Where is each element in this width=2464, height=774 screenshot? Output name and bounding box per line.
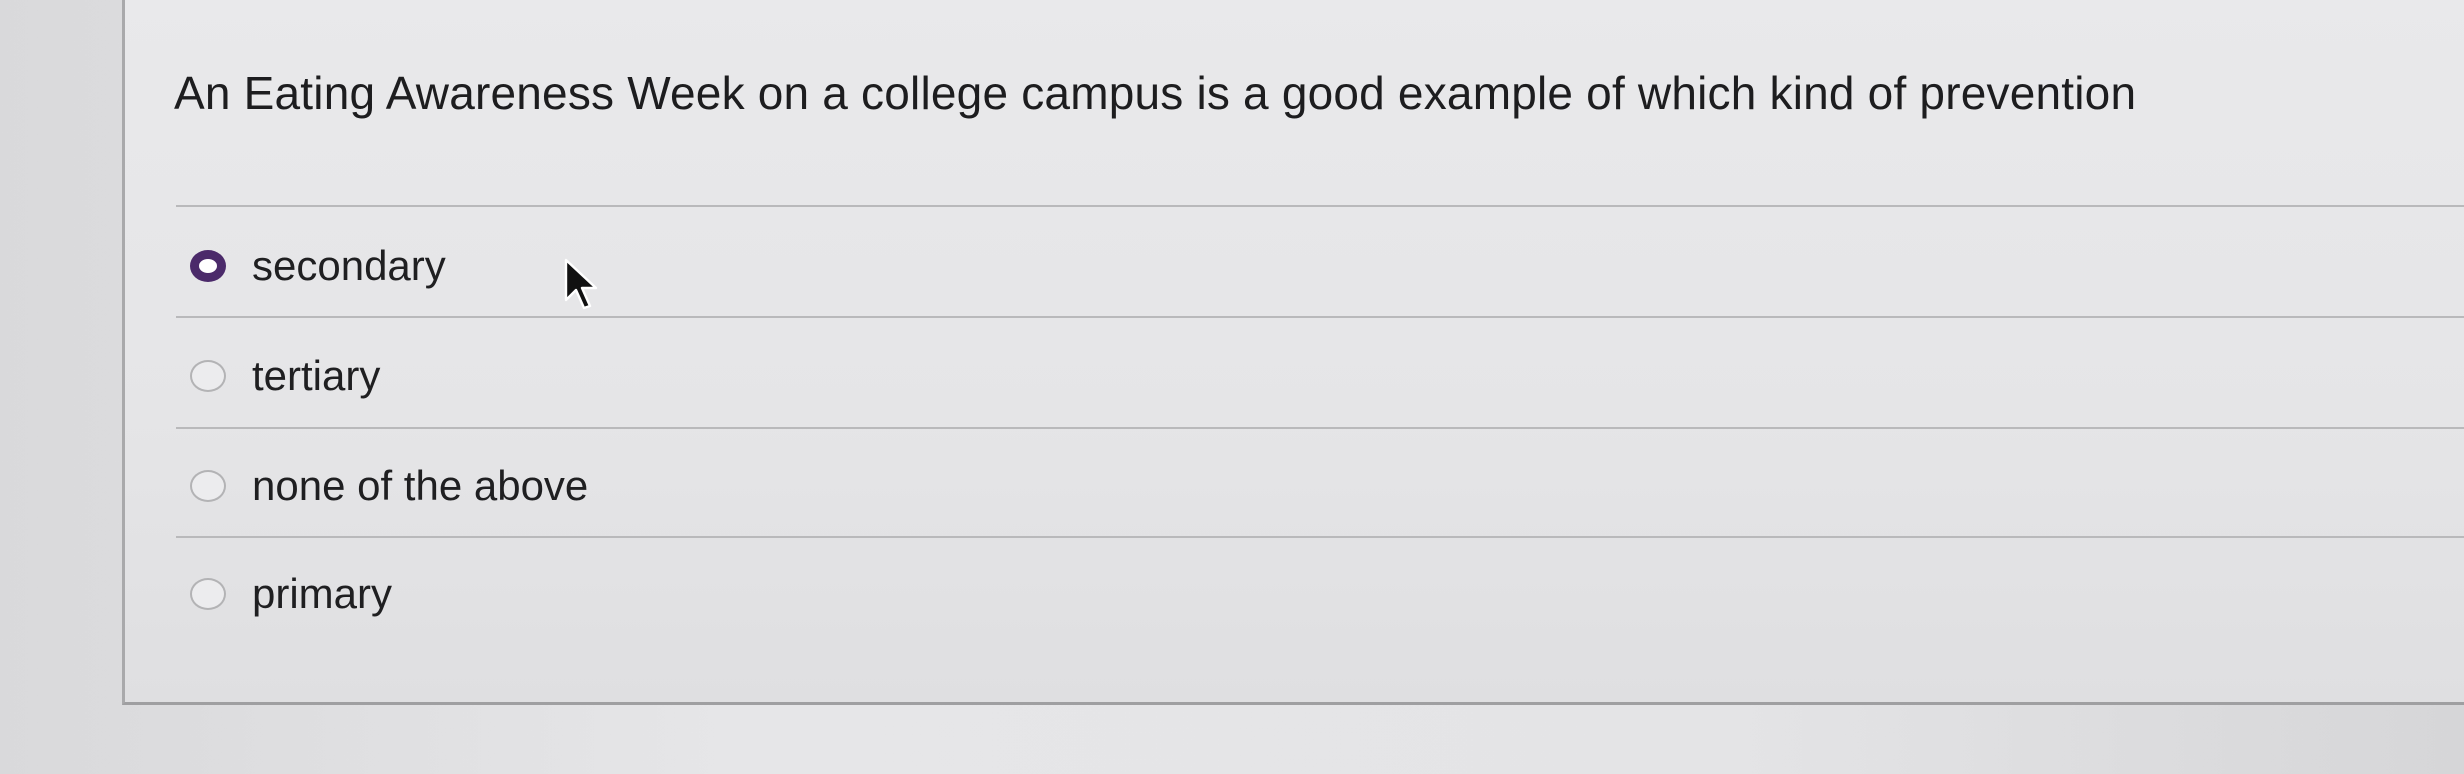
option-divider: [176, 536, 2464, 538]
option-divider: [176, 427, 2464, 429]
option-none-of-the-above[interactable]: none of the above: [190, 456, 588, 516]
option-label: none of the above: [252, 462, 589, 509]
radio-unselected-icon[interactable]: [190, 470, 226, 502]
radio-selected-icon[interactable]: [190, 250, 226, 282]
option-secondary[interactable]: secondary: [190, 236, 446, 296]
question-divider: [176, 205, 2464, 207]
option-label: tertiary: [252, 352, 381, 399]
option-primary[interactable]: primary: [190, 564, 392, 624]
question-text: An Eating Awareness Week on a college ca…: [174, 67, 2137, 119]
option-divider: [176, 316, 2464, 318]
radio-unselected-icon[interactable]: [190, 578, 226, 610]
radio-unselected-icon[interactable]: [190, 360, 226, 392]
option-label: primary: [252, 570, 393, 617]
option-label: secondary: [252, 242, 446, 289]
option-tertiary[interactable]: tertiary: [190, 346, 380, 406]
mouse-pointer-icon: [564, 258, 598, 310]
